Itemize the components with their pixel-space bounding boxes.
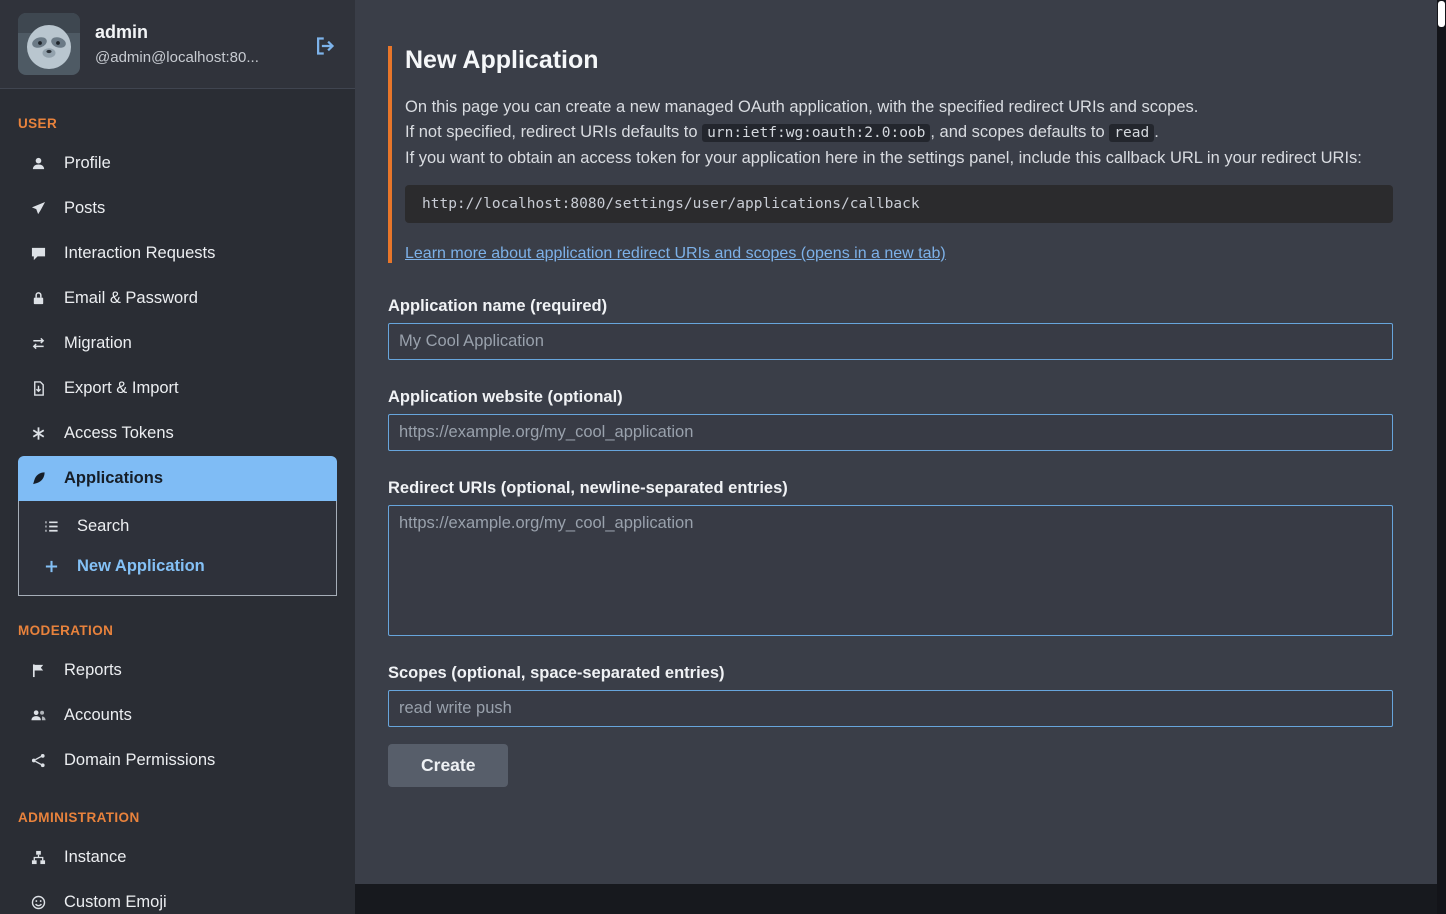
user-handle: @admin@localhost:80... [95, 49, 259, 66]
flag-icon [30, 663, 47, 678]
plus-icon [43, 559, 60, 574]
applications-submenu: Search New Application [18, 501, 337, 596]
user-icon [30, 156, 47, 171]
sitemap-icon [30, 850, 47, 865]
sidebar-item-export-import[interactable]: Export & Import [18, 366, 337, 411]
callback-url-code-block: http://localhost:8080/settings/user/appl… [405, 185, 1393, 223]
sidebar-item-domain-permissions[interactable]: Domain Permissions [18, 738, 337, 783]
application-website-input[interactable] [388, 414, 1393, 451]
intro-line-3: If you want to obtain an access token fo… [405, 146, 1393, 171]
application-website-label: Application website (optional) [388, 388, 1393, 407]
sidebar-item-label: Posts [64, 199, 105, 218]
smiley-icon [30, 895, 47, 910]
application-name-label: Application name (required) [388, 297, 1393, 316]
share-nodes-icon [30, 753, 47, 768]
scopes-label: Scopes (optional, space-separated entrie… [388, 664, 1393, 683]
paper-plane-icon [30, 201, 47, 216]
intro-text: , and scopes defaults to [930, 123, 1109, 141]
sidebar-item-profile[interactable]: Profile [18, 141, 337, 186]
user-card: admin @admin@localhost:80... [0, 0, 355, 89]
sidebar-item-reports[interactable]: Reports [18, 648, 337, 693]
sidebar-item-label: Accounts [64, 706, 132, 725]
redirect-uris-label: Redirect URIs (optional, newline-separat… [388, 479, 1393, 498]
sidebar-item-label: Migration [64, 334, 132, 353]
user-name: admin [95, 22, 259, 43]
inline-code-oob: urn:ietf:wg:oauth:2.0:oob [702, 124, 930, 142]
redirect-uris-textarea[interactable] [388, 505, 1393, 636]
sidebar-item-migration[interactable]: Migration [18, 321, 337, 366]
intro-line-2: If not specified, redirect URIs defaults… [405, 120, 1393, 146]
application-name-input[interactable] [388, 323, 1393, 360]
logout-icon[interactable] [315, 36, 335, 56]
scrollbar-thumb[interactable] [1438, 1, 1445, 27]
sidebar-item-access-tokens[interactable]: Access Tokens [18, 411, 337, 456]
sidebar-item-label: Applications [64, 469, 163, 488]
main-panel: New Application On this page you can cre… [355, 0, 1437, 884]
avatar [18, 13, 80, 75]
sidebar-item-custom-emoji[interactable]: Custom Emoji [18, 880, 337, 914]
submenu-item-label: New Application [77, 557, 205, 576]
intro-text: . [1154, 123, 1159, 141]
submenu-item-search[interactable]: Search [19, 506, 336, 546]
section-header-administration: ADMINISTRATION [18, 810, 337, 825]
scrollbar-track[interactable] [1437, 0, 1446, 914]
sidebar-item-instance[interactable]: Instance [18, 835, 337, 880]
user-meta: admin @admin@localhost:80... [95, 22, 259, 66]
asterisk-icon [30, 426, 47, 441]
exchange-arrows-icon [30, 336, 47, 351]
sidebar-item-label: Export & Import [64, 379, 179, 398]
sidebar-item-label: Instance [64, 848, 126, 867]
submenu-item-new-application[interactable]: New Application [19, 546, 336, 586]
sidebar: admin @admin@localhost:80... USER Profil… [0, 0, 355, 914]
learn-more-link[interactable]: Learn more about application redirect UR… [405, 245, 946, 263]
sidebar-item-posts[interactable]: Posts [18, 186, 337, 231]
sidebar-item-label: Interaction Requests [64, 244, 215, 263]
section-header-moderation: MODERATION [18, 623, 337, 638]
section-header-user: USER [18, 116, 337, 131]
intro-line-1: On this page you can create a new manage… [405, 95, 1393, 120]
sidebar-item-interaction-requests[interactable]: Interaction Requests [18, 231, 337, 276]
page-title: New Application [405, 46, 1393, 75]
list-icon [43, 519, 60, 534]
lock-icon [30, 291, 47, 306]
sidebar-item-email-password[interactable]: Email & Password [18, 276, 337, 321]
sidebar-item-label: Domain Permissions [64, 751, 215, 770]
users-icon [30, 708, 47, 723]
file-export-icon [30, 381, 47, 396]
page-intro: New Application On this page you can cre… [388, 46, 1393, 263]
intro-text: If not specified, redirect URIs defaults… [405, 123, 702, 141]
scopes-input[interactable] [388, 690, 1393, 727]
inline-code-read: read [1109, 124, 1154, 142]
submenu-item-label: Search [77, 517, 129, 536]
sidebar-item-accounts[interactable]: Accounts [18, 693, 337, 738]
create-button[interactable]: Create [388, 744, 508, 787]
sidebar-item-label: Custom Emoji [64, 893, 167, 912]
sidebar-item-label: Email & Password [64, 289, 198, 308]
sidebar-item-label: Reports [64, 661, 122, 680]
feather-icon [30, 471, 47, 486]
sidebar-item-label: Profile [64, 154, 111, 173]
comment-icon [30, 246, 47, 261]
sidebar-item-applications[interactable]: Applications [18, 456, 337, 501]
sidebar-item-label: Access Tokens [64, 424, 174, 443]
